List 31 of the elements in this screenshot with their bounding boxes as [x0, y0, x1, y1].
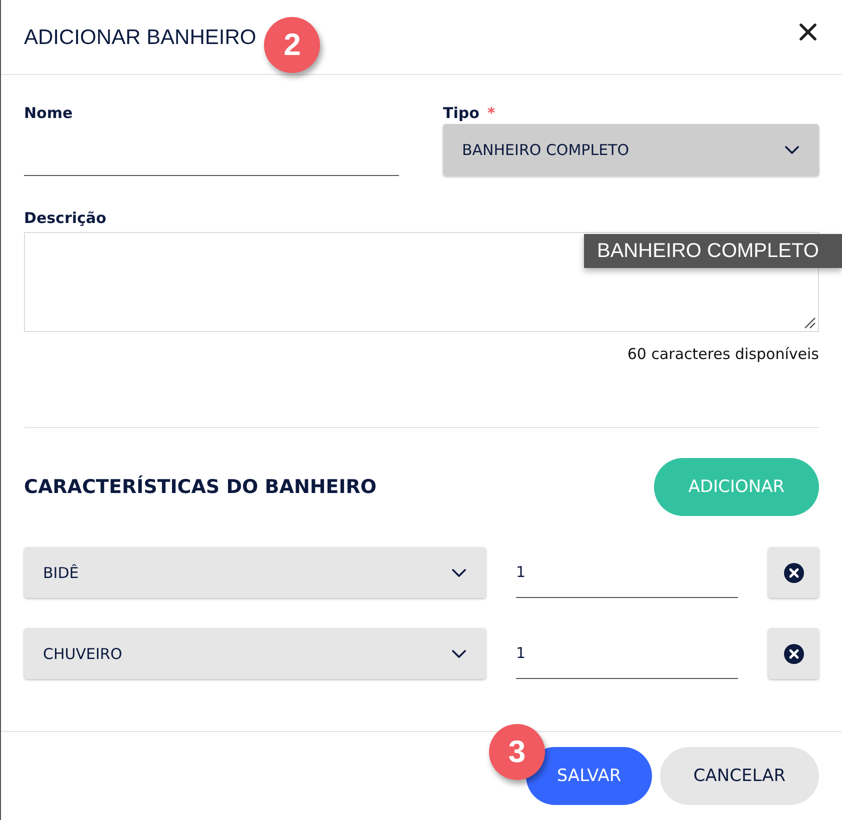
save-button[interactable]: SALVAR [526, 747, 652, 805]
select-value: CHUVEIRO [43, 644, 122, 662]
step-badge: 2 [264, 17, 320, 73]
dialog-title: ADICIONAR BANHEIRO [24, 25, 256, 51]
close-button[interactable] [797, 21, 819, 43]
field-label: Descrição [24, 208, 106, 229]
character-counter: 60 caracteres disponíveis [627, 344, 819, 364]
section-title: CARACTERÍSTICAS DO BANHEIRO [24, 476, 377, 498]
resize-handle-icon[interactable] [804, 317, 816, 329]
select-value: BANHEIRO COMPLETO [462, 141, 630, 159]
quantity-field[interactable]: 1 [516, 547, 738, 598]
select-value: BIDÊ [43, 564, 79, 582]
close-circle-icon [784, 644, 804, 664]
step-badge: 3 [489, 724, 545, 780]
close-icon [799, 23, 817, 41]
tooltip: BANHEIRO COMPLETO [584, 234, 842, 268]
required-mark: * [487, 103, 496, 124]
quantity-field[interactable]: 1 [516, 628, 738, 679]
remove-button[interactable] [768, 628, 819, 679]
cancel-button[interactable]: CANCELAR [660, 747, 819, 805]
field-label: Nome [24, 103, 73, 124]
close-circle-icon [784, 562, 804, 582]
remove-button[interactable] [768, 547, 819, 598]
chevron-down-icon [785, 146, 799, 154]
textarea-field[interactable] [24, 232, 819, 332]
chevron-down-icon [452, 650, 466, 658]
field-label: Tipo [443, 103, 480, 124]
select-field[interactable]: BIDÊ [24, 547, 486, 598]
select-field[interactable]: CHUVEIRO [24, 628, 486, 679]
chevron-down-icon [452, 568, 466, 576]
select-field[interactable]: BANHEIRO COMPLETO [443, 124, 819, 176]
